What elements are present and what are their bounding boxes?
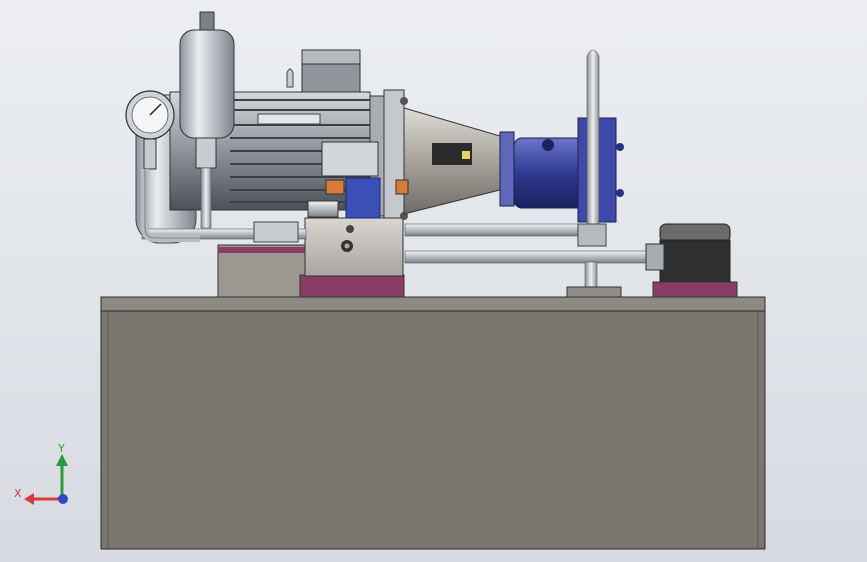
cad-viewport[interactable]: Y X	[0, 0, 867, 562]
oil-tank[interactable]	[100, 296, 766, 550]
hydraulic-power-unit-drawing: Y X	[0, 0, 867, 562]
x-axis-label: X	[14, 487, 22, 500]
z-axis-dot	[58, 494, 68, 504]
manifold-block[interactable]	[304, 217, 404, 277]
y-axis-label: Y	[57, 442, 65, 455]
return-filter[interactable]	[645, 223, 738, 298]
